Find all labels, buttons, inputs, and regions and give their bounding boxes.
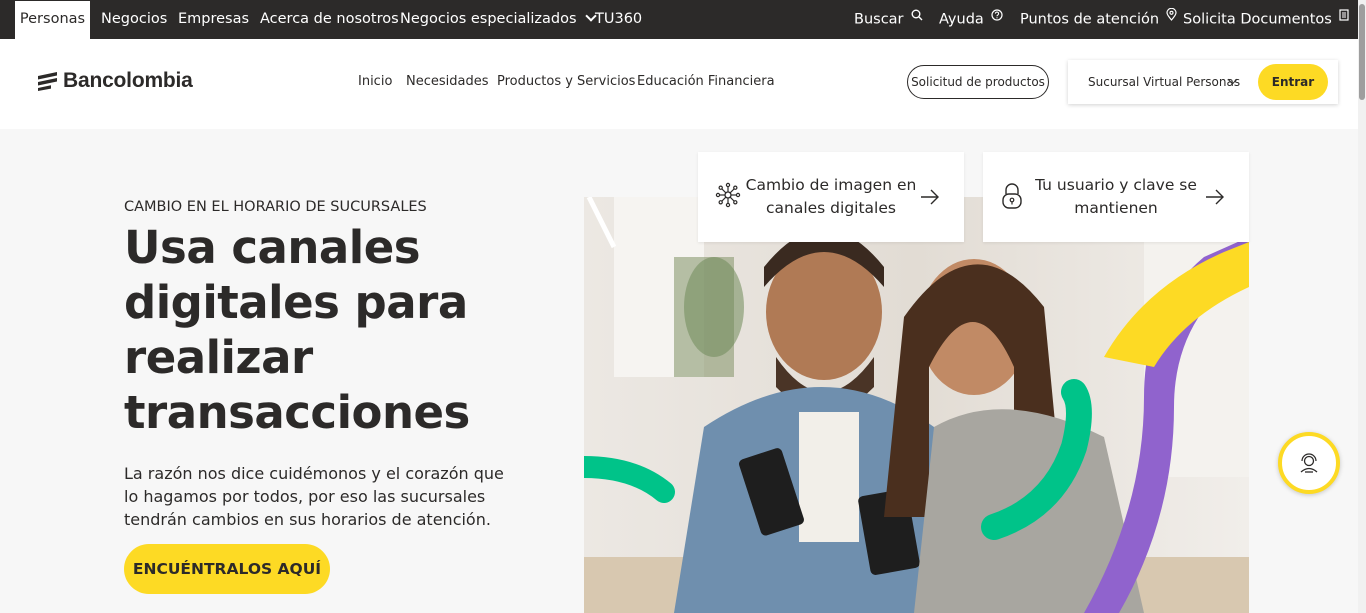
tab-negocios[interactable]: Negocios [101, 0, 167, 39]
help-link[interactable]: Ayuda [939, 0, 1003, 39]
points-link[interactable]: Puntos de atención [1020, 0, 1177, 39]
help-label: Ayuda [939, 11, 984, 28]
points-label: Puntos de atención [1020, 11, 1160, 28]
search-link[interactable]: Buscar [854, 0, 923, 39]
nav-inicio[interactable]: Inicio [358, 74, 392, 89]
hero-description: La razón nos dice cuidémonos y el corazó… [124, 464, 504, 529]
card-label: Cambio de imagen en canales digitales [745, 176, 917, 217]
tab-negocios-especializados[interactable]: Negocios especializados [400, 0, 597, 39]
chat-assistant-button[interactable] [1278, 432, 1340, 494]
tab-empresas[interactable]: Empresas [178, 0, 249, 39]
hero-kicker: CAMBIO EN EL HORARIO DE SUCURSALES [124, 199, 427, 215]
find-them-button[interactable]: ENCUÉNTRALOS AQUÍ [124, 544, 330, 594]
help-icon [991, 0, 1003, 37]
bancolombia-logo[interactable]: Bancolombia [37, 69, 193, 93]
digital-image-change-card[interactable]: Cambio de imagen en canales digitales [698, 152, 964, 242]
page-scrollbar[interactable] [1358, 0, 1366, 613]
hero-title: Usa canales digitales para realizar tran… [124, 221, 470, 439]
tab-acerca[interactable]: Acerca de nosotros [260, 0, 399, 39]
enter-button[interactable]: Entrar [1258, 64, 1328, 100]
hero-photo [584, 197, 1249, 613]
lock-icon [1000, 182, 1024, 214]
tab-tu360[interactable]: TU360 [595, 0, 642, 39]
top-bar: Personas Negocios Empresas Acerca de nos… [0, 0, 1358, 39]
main-header: Bancolombia Inicio Necesidades Productos… [0, 39, 1358, 129]
support-agent-icon [1300, 453, 1318, 473]
card-label: Tu usuario y clave se mantienen [1035, 176, 1197, 217]
request-products-button[interactable]: Solicitud de productos [907, 65, 1049, 99]
docs-label: Solicita Documentos [1183, 11, 1332, 28]
search-label: Buscar [854, 11, 904, 28]
docs-link[interactable]: Solicita Documentos [1183, 0, 1349, 39]
search-icon [911, 0, 923, 37]
nav-necesidades[interactable]: Necesidades [406, 74, 489, 89]
scrollbar-thumb[interactable] [1359, 4, 1365, 100]
nav-educacion-financiera[interactable]: Educación Financiera [637, 74, 775, 89]
tab-negocios-especializados-label: Negocios especializados [400, 11, 577, 27]
user-password-card[interactable]: Tu usuario y clave se mantienen [983, 152, 1249, 242]
arrow-right-icon [1205, 188, 1225, 210]
virtual-branch-panel: Sucursal Virtual Personas Entrar [1068, 60, 1338, 104]
location-pin-icon [1166, 0, 1177, 37]
tab-personas[interactable]: Personas [15, 1, 90, 39]
bancolombia-logo-icon [38, 72, 57, 91]
nav-productos-servicios[interactable]: Productos y Servicios [497, 74, 635, 89]
network-icon [715, 182, 741, 212]
arrow-right-icon [920, 188, 940, 210]
logo-text: Bancolombia [63, 69, 193, 92]
document-icon [1339, 0, 1349, 37]
branch-select[interactable]: Sucursal Virtual Personas [1088, 75, 1240, 89]
